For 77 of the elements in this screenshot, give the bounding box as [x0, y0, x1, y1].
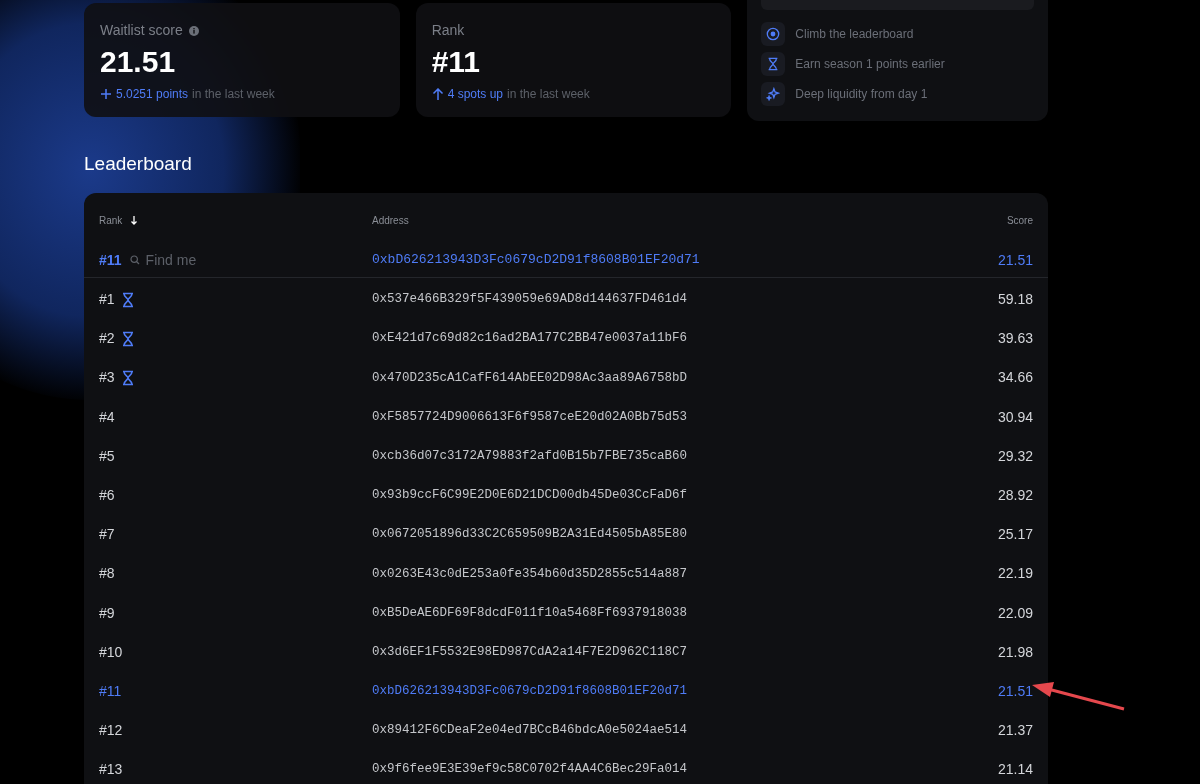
- address-cell-text: 0xF5857724D9006613F6f9587ceE20d02A0Bb75d53: [372, 408, 689, 426]
- stat-label: Rank: [431, 21, 465, 40]
- leaderboard-row[interactable]: #7 0x0672051896d33C2C659509B2A31Ed4505bA85E80 25.17: [84, 515, 1048, 555]
- address-cell-text: 0xE421d7c69d82c16ad2BA177C2BB47e0037a11bF6: [372, 330, 689, 348]
- score-cell-text: 59.18: [997, 290, 1033, 310]
- leaderboard-row[interactable]: #11 0xbD626213943D3Fc0679cD2D91f8608B01EF20d71 21.51: [84, 671, 1048, 712]
- score-cell-text: 22.19: [997, 564, 1033, 584]
- leaderboard-row[interactable]: #2 0xE421d7c69d82c16ad2BA177C2BB47e0037a11bF6 39.63: [84, 319, 1048, 359]
- address-cell-text: 0xbD626213943D3Fc0679cD2D91f8608B01EF20d71: [372, 683, 689, 701]
- rank-cell-text: #4: [99, 407, 115, 427]
- leaderboard-row[interactable]: #12 0x89412F6CDeaF2e04ed7BCcB46bdcA0e5024ae514 21.37: [84, 711, 1048, 751]
- score-cell-text: 25.17: [997, 525, 1033, 545]
- leaderboard-row[interactable]: #13 0x9f6fee9E3E39ef9c58C0702f4AA4C6Bec29Fa014 21.14: [84, 750, 1048, 784]
- leaderboard-row[interactable]: #6 0x93b9ccF6C99E2D0E6D21DCD00db45De03CcFaD6f 28.92: [84, 475, 1048, 516]
- score-cell-text: 34.66: [997, 368, 1033, 388]
- rank-cell-text: #9: [99, 603, 115, 623]
- rank-cell-text: #11: [99, 250, 122, 270]
- search-icon: [129, 255, 140, 265]
- rank-cell-text: #12: [99, 721, 123, 741]
- score-cell-text: 21.51: [997, 681, 1033, 701]
- rank-cell-text: #11: [99, 681, 122, 701]
- score-cell-text: 39.63: [997, 329, 1033, 349]
- address-cell-text: 0x470D235cA1CafF614AbEE02D98Ac3aa89A6758bD: [372, 369, 689, 387]
- leaderboard-row[interactable]: #4 0xF5857724D9006613F6f9587ceE20d02A0Bb75d53 30.94: [84, 397, 1048, 437]
- rank-cell-text: #6: [99, 486, 115, 506]
- leaderboard-row[interactable]: #10 0x3d6EF1F5532E98ED987CdA2a14F7E2D962C118C7 21.98: [84, 632, 1048, 672]
- rank-cell-text: #8: [99, 564, 115, 584]
- score-cell-text: 21.37: [997, 721, 1033, 741]
- delta-note: in the last week: [192, 86, 275, 103]
- score-cell-text: 21.51: [997, 250, 1033, 270]
- stat-value: 21.51: [100, 44, 177, 80]
- address-cell-text: 0x3d6EF1F5532E98ED987CdA2a14F7E2D962C118C7: [372, 643, 689, 661]
- rank-cell-text: #2: [99, 329, 115, 349]
- column-header[interactable]: Rank: [99, 212, 123, 228]
- info-icon: [188, 25, 199, 36]
- arrow-up-icon: [431, 87, 444, 101]
- sparkles-icon: [766, 87, 781, 101]
- sort-icon[interactable]: [130, 215, 139, 225]
- stat-label: Waitlist score: [100, 21, 183, 40]
- score-cell-text: 21.98: [997, 642, 1033, 662]
- address-cell-text: 0xcb36d07c3172A79883f2afd0B15b7FBE735caB60: [372, 447, 689, 465]
- delta-value: 5.0251 points: [116, 86, 189, 103]
- address-cell-text: 0x89412F6CDeaF2e04ed7BCcB46bdcA0e5024ae514: [372, 722, 689, 740]
- address-cell-text: 0x537e466B329f5F439059e69AD8d144637FD461d4: [372, 291, 689, 309]
- address-cell-text: 0x93b9ccF6C99E2D0E6D21DCD00db45De03CcFaD6f: [372, 487, 689, 505]
- plus-icon: [100, 88, 112, 100]
- column-header[interactable]: Address: [372, 212, 1007, 228]
- leaderboard-row[interactable]: #1 0x537e466B329f5F439059e69AD8d144637FD461d4 59.18: [84, 280, 1048, 320]
- address-cell-text: 0xB5DeAE6DF69F8dcdF011f10a5468Ff6937918038: [372, 604, 689, 622]
- address-cell-text: 0x9f6fee9E3E39ef9c58C0702f4AA4C6Bec29Fa014: [372, 761, 689, 779]
- perk-label: Deep liquidity from day 1: [795, 86, 928, 103]
- column-header[interactable]: Score: [1006, 212, 1033, 228]
- leaderboard-row[interactable]: #9 0xB5DeAE6DF69F8dcdF011f10a5468Ff6937918038 22.09: [84, 593, 1048, 633]
- address-cell[interactable]: 0xbD626213943D3Fc0679cD2D91f8608B01EF20d71: [372, 250, 998, 270]
- section-title: Leaderboard: [84, 152, 193, 176]
- leaderboard-row[interactable]: #5 0xcb36d07c3172A79883f2afd0B15b7FBE735caB60 29.32: [84, 436, 1048, 476]
- score-cell-text: 21.14: [997, 760, 1033, 780]
- score-cell-text: 30.94: [997, 407, 1033, 427]
- rank-cell-text: #7: [99, 525, 115, 545]
- target-icon: [766, 27, 781, 41]
- delta-value: 4 spots up: [447, 86, 504, 103]
- delta-note: in the last week: [507, 86, 590, 103]
- rank-cell-text: #1: [99, 290, 115, 310]
- address-cell-text: 0x0263E43c0dE253a0fe354b60d35D2855c514a887: [372, 565, 689, 583]
- address-cell-text: 0x0672051896d33C2C659509B2A31Ed4505bA85E80: [372, 526, 689, 544]
- leaderboard-row[interactable]: #8 0x0263E43c0dE253a0fe354b60d35D2855c514a887 22.19: [84, 554, 1048, 594]
- score-cell-text: 28.92: [997, 486, 1033, 506]
- rank-cell-text: #5: [99, 446, 115, 466]
- rank-cell-text: #13: [99, 760, 123, 780]
- score-cell-text: 29.32: [997, 446, 1033, 466]
- perk-label: Earn season 1 points earlier: [795, 56, 945, 73]
- rank-cell-text: #3: [99, 368, 115, 388]
- perk-label: Climb the leaderboard: [795, 26, 914, 43]
- score-cell-text: 22.09: [997, 603, 1033, 623]
- stat-value: #11: [431, 44, 482, 80]
- leaderboard-row[interactable]: #3 0x470D235cA1CafF614AbEE02D98Ac3aa89A6758bD 34.66: [84, 358, 1048, 398]
- rank-cell-text: #10: [99, 642, 123, 662]
